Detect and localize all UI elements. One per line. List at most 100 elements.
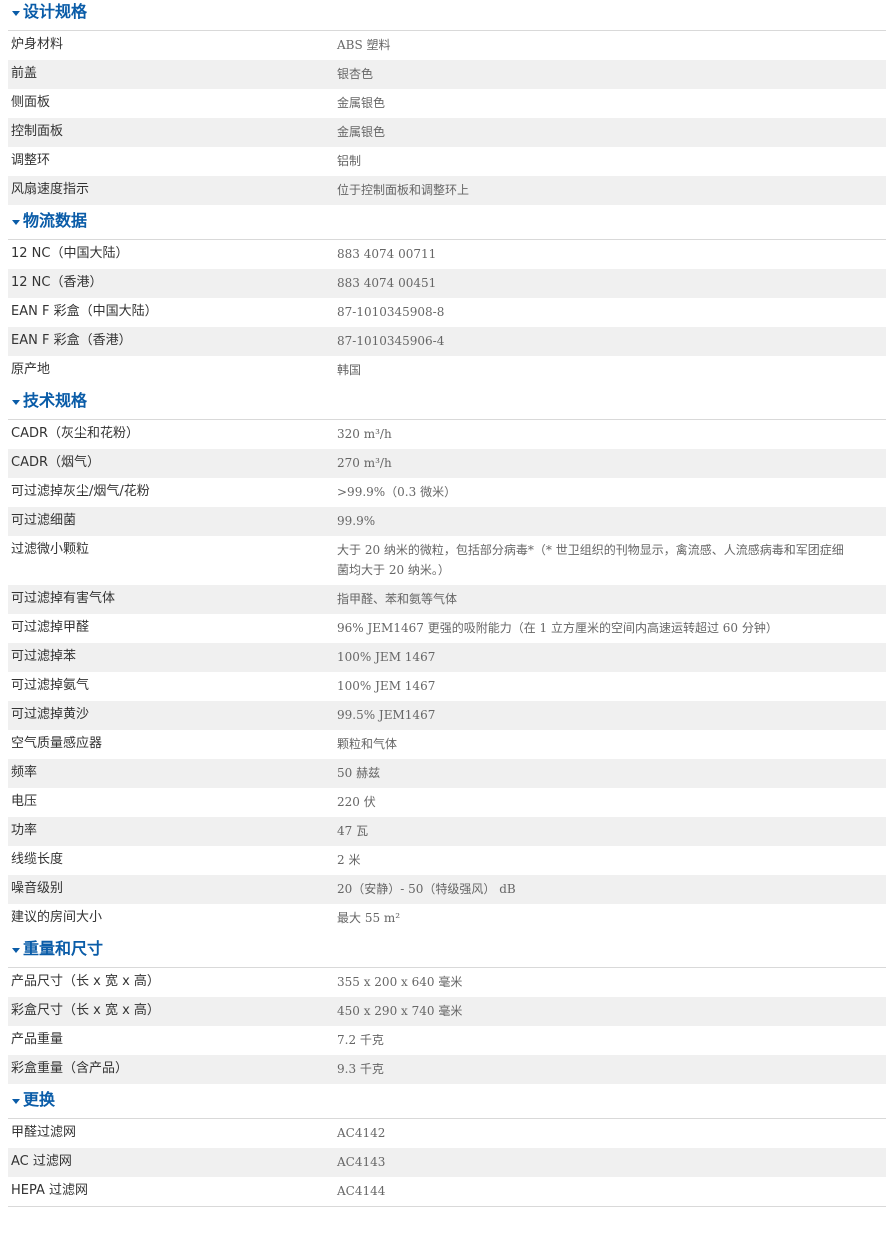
- spec-value: 颗粒和气体: [337, 737, 398, 751]
- spec-value: 87-1010345908-8: [337, 305, 445, 319]
- spec-label: HEPA 过滤网: [11, 1183, 89, 1198]
- spec-row: 频率 50 赫兹: [8, 759, 886, 788]
- spec-value: 铝制: [337, 154, 362, 168]
- spec-row: 可过滤掉氨气 100% JEM 1467: [8, 672, 886, 701]
- spec-label: 可过滤掉苯: [11, 649, 77, 664]
- spec-row: 产品重量 7.2 千克: [8, 1026, 886, 1055]
- spec-label: 建议的房间大小: [11, 910, 103, 925]
- spec-value: ABS 塑料: [337, 38, 391, 52]
- spec-value: AC4143: [337, 1155, 386, 1169]
- section-replacement: 更换甲醛过滤网 AC4142 AC 过滤网 AC4143 HEPA 过滤网 AC4144: [8, 1088, 886, 1207]
- spec-label: 可过滤掉甲醛: [11, 620, 90, 635]
- spec-row: 电压 220 伏: [8, 788, 886, 817]
- section-title: 物流数据: [23, 211, 88, 230]
- spec-value: 韩国: [337, 363, 362, 377]
- spec-label: 控制面板: [11, 124, 64, 139]
- spec-label: 频率: [11, 765, 38, 780]
- section-header-logistics[interactable]: 物流数据: [8, 209, 886, 240]
- spec-value: 2 米: [337, 853, 361, 867]
- caret-down-icon: [12, 220, 20, 225]
- spec-row: 线缆长度 2 米: [8, 846, 886, 875]
- spec-value: 20（安静）- 50（特级强风） dB: [337, 882, 516, 896]
- spec-row: AC 过滤网 AC4143: [8, 1148, 886, 1177]
- spec-row: 彩盒重量（含产品） 9.3 千克: [8, 1055, 886, 1084]
- spec-row: 调整环 铝制: [8, 147, 886, 176]
- section-weight-dimensions: 重量和尺寸产品尺寸（长 x 宽 x 高） 355 x 200 x 640 毫米彩盒…: [8, 937, 886, 1084]
- spec-row: 炉身材料 ABS 塑料: [8, 31, 886, 60]
- spec-label: AC 过滤网: [11, 1154, 72, 1169]
- spec-label: 炉身材料: [11, 37, 64, 52]
- spec-row: 可过滤掉黄沙 99.5% JEM1467: [8, 701, 886, 730]
- spec-value: 355 x 200 x 640 毫米: [337, 975, 463, 989]
- spec-value: 大于 20 纳米的微粒，包括部分病毒*（* 世卫组织的刊物显示，禽流感、人流感病…: [337, 543, 844, 577]
- caret-down-icon: [12, 948, 20, 953]
- section-technical: 技术规格 CADR（灰尘和花粉） 320 m³/h CADR（烟气） 270 m³/h 可…: [8, 389, 886, 933]
- spec-value: >99.9%（0.3 微米）: [337, 485, 457, 499]
- spec-row: 12 NC（中国大陆） 883 4074 00711: [8, 240, 886, 269]
- spec-row: 可过滤掉甲醛 96% JEM1467 更强的吸附能力（在 1 立方厘米的空间内高速…: [8, 614, 886, 643]
- spec-label: 侧面板: [11, 95, 51, 110]
- caret-down-icon: [12, 400, 20, 405]
- spec-value: 50 赫兹: [337, 766, 381, 780]
- spec-row: HEPA 过滤网 AC4144: [8, 1177, 886, 1206]
- spec-row: 功率 47 瓦: [8, 817, 886, 846]
- spec-label: 彩盒重量（含产品）: [11, 1061, 129, 1076]
- section-title: 重量和尺寸: [23, 939, 104, 958]
- section-design: 设计规格炉身材料 ABS 塑料前盖 银杏色 侧面板 金属银色 控制面板 金属银色调整环 铝制风…: [8, 0, 886, 205]
- spec-row: 甲醛过滤网 AC4142: [8, 1119, 886, 1148]
- spec-label: CADR（灰尘和花粉）: [11, 426, 140, 441]
- spec-label: 可过滤掉氨气: [11, 678, 90, 693]
- spec-label: 噪音级别: [11, 881, 64, 896]
- spec-row: CADR（烟气） 270 m³/h: [8, 449, 886, 478]
- spec-value: 96% JEM1467 更强的吸附能力（在 1 立方厘米的空间内高速运转超过 6…: [337, 621, 778, 635]
- spec-value: 9.3 千克: [337, 1062, 384, 1076]
- spec-value: 450 x 290 x 740 毫米: [337, 1004, 463, 1018]
- section-header-design[interactable]: 设计规格: [8, 0, 886, 31]
- spec-value: 100% JEM 1467: [337, 679, 436, 693]
- spec-label: 过滤微小颗粒: [11, 542, 90, 557]
- spec-row: 建议的房间大小 最大 55 m²: [8, 904, 886, 933]
- spec-value: 883 4074 00451: [337, 276, 437, 290]
- spec-label: 12 NC（香港）: [11, 275, 103, 290]
- section-title: 技术规格: [23, 391, 88, 410]
- spec-value: 99.9%: [337, 514, 376, 528]
- spec-label: EAN F 彩盒（香港）: [11, 333, 132, 348]
- section-header-technical[interactable]: 技术规格: [8, 389, 886, 420]
- spec-row: 可过滤掉灰尘/烟气/花粉 >99.9%（0.3 微米）: [8, 478, 886, 507]
- spec-row: 空气质量感应器 颗粒和气体: [8, 730, 886, 759]
- spec-row: 控制面板 金属银色: [8, 118, 886, 147]
- spec-row: 前盖 银杏色: [8, 60, 886, 89]
- spec-label: 调整环: [11, 153, 51, 168]
- spec-row: 12 NC（香港） 883 4074 00451: [8, 269, 886, 298]
- spec-row: 风扇速度指示 位于控制面板和调整环上: [8, 176, 886, 205]
- spec-row: 噪音级别 20（安静）- 50（特级强风） dB: [8, 875, 886, 904]
- spec-label: 12 NC（中国大陆）: [11, 246, 129, 261]
- spec-label: 空气质量感应器: [11, 736, 103, 751]
- spec-label: 前盖: [11, 66, 38, 81]
- spec-label: 风扇速度指示: [11, 182, 90, 197]
- spec-value: 最大 55 m²: [337, 911, 401, 925]
- spec-row: 可过滤掉苯 100% JEM 1467: [8, 643, 886, 672]
- spec-label: 产品尺寸（长 x 宽 x 高）: [11, 974, 160, 989]
- spec-value: 47 瓦: [337, 824, 369, 838]
- section-title: 更换: [23, 1090, 56, 1109]
- spec-row: 彩盒尺寸（长 x 宽 x 高） 450 x 290 x 740 毫米: [8, 997, 886, 1026]
- spec-label: 彩盒尺寸（长 x 宽 x 高）: [11, 1003, 160, 1018]
- spec-label: CADR（烟气）: [11, 455, 101, 470]
- spec-label: 可过滤掉有害气体: [11, 591, 116, 606]
- spec-value: 270 m³/h: [337, 456, 392, 470]
- caret-down-icon: [12, 11, 20, 16]
- spec-label: 原产地: [11, 362, 51, 377]
- spec-value: 883 4074 00711: [337, 247, 437, 261]
- spec-value: 99.5% JEM1467: [337, 708, 436, 722]
- section-header-replacement[interactable]: 更换: [8, 1088, 886, 1119]
- spec-row: 产品尺寸（长 x 宽 x 高） 355 x 200 x 640 毫米: [8, 968, 886, 997]
- spec-row: EAN F 彩盒（香港） 87-1010345906-4: [8, 327, 886, 356]
- spec-label: 产品重量: [11, 1032, 64, 1047]
- spec-row: 侧面板 金属银色: [8, 89, 886, 118]
- section-header-weight-dimensions[interactable]: 重量和尺寸: [8, 937, 886, 968]
- spec-label: 可过滤掉灰尘/烟气/花粉: [11, 484, 150, 499]
- spec-label: 功率: [11, 823, 38, 838]
- spec-label: 线缆长度: [11, 852, 64, 867]
- spec-row: 可过滤细菌 99.9%: [8, 507, 886, 536]
